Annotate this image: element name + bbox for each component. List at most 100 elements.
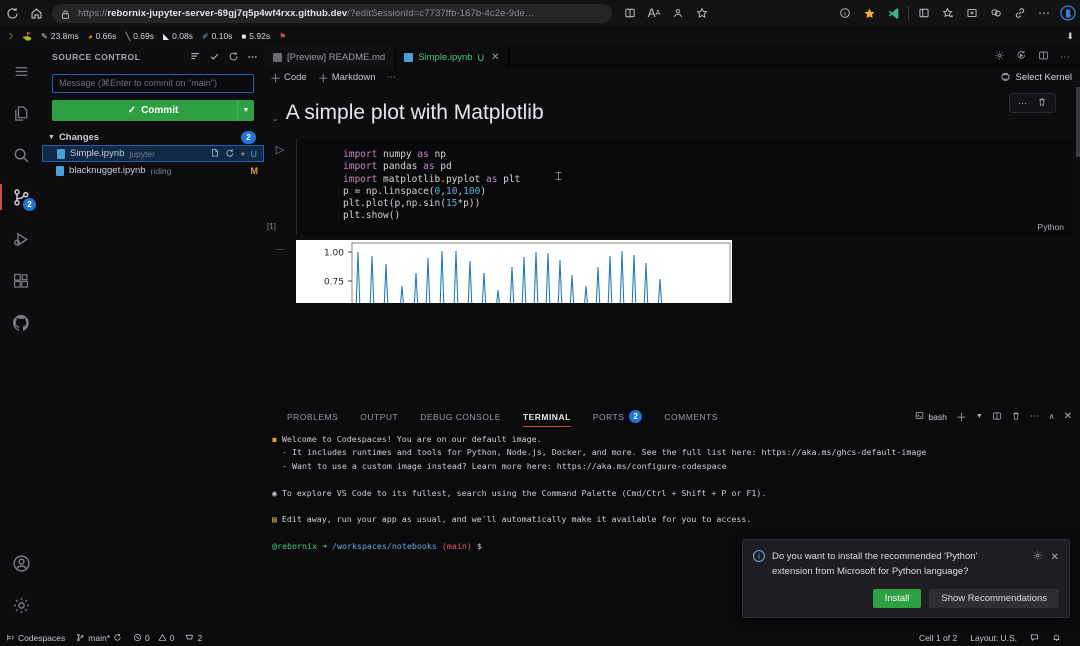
add-code-cell-button[interactable]: ＋ Code [270, 70, 307, 86]
source-control-badge: 2 [23, 198, 36, 211]
maximize-panel-icon[interactable]: ∧ [1049, 412, 1055, 421]
gear-icon[interactable] [1032, 550, 1043, 564]
favorite-star-icon[interactable] [690, 1, 714, 25]
delete-icon[interactable] [1037, 97, 1047, 109]
home-icon[interactable] [24, 1, 48, 25]
panel-actions: bash ＋ ▼ ⋯ ∧ ✕ [915, 409, 1080, 425]
run-cell-icon[interactable]: ▷ [276, 143, 284, 156]
more-actions-icon[interactable]: ⋯ [1030, 411, 1040, 422]
perf-value: 23.8ms [50, 31, 79, 41]
commit-dropdown-button[interactable]: ▼ [237, 100, 254, 121]
install-button[interactable]: Install [872, 589, 922, 608]
show-recommendations-button[interactable]: Show Recommendations [929, 589, 1059, 608]
star-filled-icon[interactable] [857, 1, 881, 25]
cell-more-actions-icon[interactable]: ⋯ [1018, 98, 1027, 109]
split-terminal-icon[interactable] [992, 411, 1002, 423]
commit-button[interactable]: ✓ Commit ▼ [52, 100, 254, 121]
sidebar-item-settings[interactable] [0, 584, 42, 626]
open-changes-icon[interactable] [210, 148, 220, 160]
chevron-down-icon[interactable]: ▼ [976, 413, 983, 420]
collections-icon[interactable] [912, 1, 936, 25]
fire-icon: ◕ [87, 31, 93, 41]
sidebar-item-explorer[interactable] [0, 92, 42, 134]
markdown-cell[interactable]: ⌄ A simple plot with Matplotlib [264, 87, 1080, 125]
terminal-output[interactable]: ◼ Welcome to Codespaces! You are on our … [264, 427, 1080, 554]
commit-message-placeholder: Message (⌘Enter to commit on "main") [59, 78, 217, 88]
sidebar-item-accounts[interactable] [0, 542, 42, 584]
vscode-extension-icon[interactable] [881, 1, 905, 25]
select-kernel-button[interactable]: Select Kernel [1000, 71, 1080, 85]
discard-changes-icon[interactable] [225, 148, 235, 160]
more-actions-icon[interactable]: ⋯ [247, 52, 258, 63]
status-notifications[interactable] [1052, 633, 1061, 644]
status-keyboard-layout[interactable]: Layout: U.S. [970, 633, 1017, 643]
sidebar-item-search[interactable] [0, 134, 42, 176]
commit-message-input[interactable]: Message (⌘Enter to commit on "main") [52, 74, 254, 93]
status-ports[interactable]: 2 [185, 633, 202, 644]
close-icon[interactable]: ✕ [491, 52, 499, 63]
status-cell-position[interactable]: Cell 1 of 2 [919, 633, 957, 643]
status-problems[interactable]: 0 0 [133, 633, 174, 644]
status-branch[interactable]: main* [76, 633, 122, 644]
tab-debug-console[interactable]: DEBUG CONSOLE [409, 406, 512, 427]
sidebar-item-extensions[interactable] [0, 260, 42, 302]
info-icon[interactable] [833, 1, 857, 25]
files-icon [14, 105, 27, 121]
download-icon[interactable]: ⬇ [1066, 31, 1080, 42]
sidebar-item-source-control[interactable]: 2 [0, 176, 42, 218]
code-cell-editor[interactable]: import numpy as np import pandas as pd i… [267, 139, 1072, 235]
chevron-down-icon[interactable]: ⌄ [272, 114, 279, 123]
tab-problems[interactable]: PROBLEMS [276, 406, 349, 427]
clipboard-icon: ▤ [272, 515, 277, 525]
close-icon[interactable]: ✕ [1051, 552, 1059, 563]
more-actions-icon[interactable]: ⋯ [1060, 52, 1070, 63]
refresh-icon[interactable] [228, 51, 239, 64]
perf-item: ⛳ [22, 32, 32, 41]
tab-terminal[interactable]: TERMINAL [512, 406, 582, 427]
copilot-icon[interactable] [1056, 1, 1080, 25]
tab-readme-preview[interactable]: [Preview] README.md [264, 46, 396, 68]
list-item[interactable]: blacknugget.ipynb riding M [42, 162, 264, 179]
status-remote[interactable]: Codespaces [6, 633, 65, 644]
settings-gear-icon[interactable] [994, 48, 1005, 66]
status-feedback[interactable] [1030, 633, 1039, 644]
kill-terminal-icon[interactable] [1011, 411, 1021, 423]
changes-section-header[interactable]: ▼ Changes 2 [42, 129, 264, 145]
tab-simple-ipynb[interactable]: Simple.ipynb U ✕ [395, 46, 510, 68]
tab-ports[interactable]: PORTS 2 [582, 406, 654, 427]
add-markdown-cell-button[interactable]: ＋ Markdown [318, 70, 376, 86]
split-window-icon[interactable] [984, 1, 1008, 25]
read-aloud-icon[interactable]: AA [642, 1, 666, 25]
more-options-icon[interactable]: ⋯ [1032, 1, 1056, 25]
editor-scrollbar[interactable] [1076, 87, 1080, 157]
close-panel-icon[interactable]: ✕ [1064, 411, 1072, 422]
tab-output[interactable]: OUTPUT [349, 406, 409, 427]
terminal-prompt-symbol: $ [476, 541, 482, 552]
terminal-shell-label[interactable]: bash [915, 411, 947, 422]
new-terminal-icon[interactable]: ＋ [956, 409, 967, 425]
perf-value: 5.92s [249, 31, 271, 41]
sidebar-item-menu[interactable] [0, 50, 42, 92]
link-icon[interactable] [1008, 1, 1032, 25]
address-bar[interactable]: https://rebornix-jupyter-server-69gj7q5p… [52, 3, 612, 23]
cell-language-label[interactable]: Python [1038, 222, 1064, 232]
sidebar-item-github[interactable] [0, 302, 42, 344]
stage-changes-icon[interactable]: + [240, 149, 245, 159]
reload-icon[interactable] [0, 1, 24, 25]
sync-icon[interactable] [113, 633, 122, 644]
list-item[interactable]: Simple.ipynb jupyter + U [42, 145, 264, 162]
profile-icon[interactable] [666, 1, 690, 25]
notebook-more-actions-icon[interactable]: ⋯ [387, 72, 397, 83]
checkmark-icon[interactable] [209, 51, 220, 64]
sidebar-item-run-debug[interactable] [0, 218, 42, 260]
split-editor-icon[interactable] [1038, 48, 1049, 66]
shape-icon: ◣ [162, 31, 170, 41]
run-all-icon[interactable] [1016, 48, 1027, 66]
add-favorite-icon[interactable] [936, 1, 960, 25]
package-icon: ◼ [272, 435, 277, 444]
view-and-sort-icon[interactable] [190, 51, 201, 64]
perf-item: ■ 5.92s [241, 31, 270, 41]
split-screen-icon[interactable] [618, 1, 642, 25]
browser-essentials-icon[interactable] [960, 1, 984, 25]
tab-comments[interactable]: COMMENTS [653, 406, 729, 427]
